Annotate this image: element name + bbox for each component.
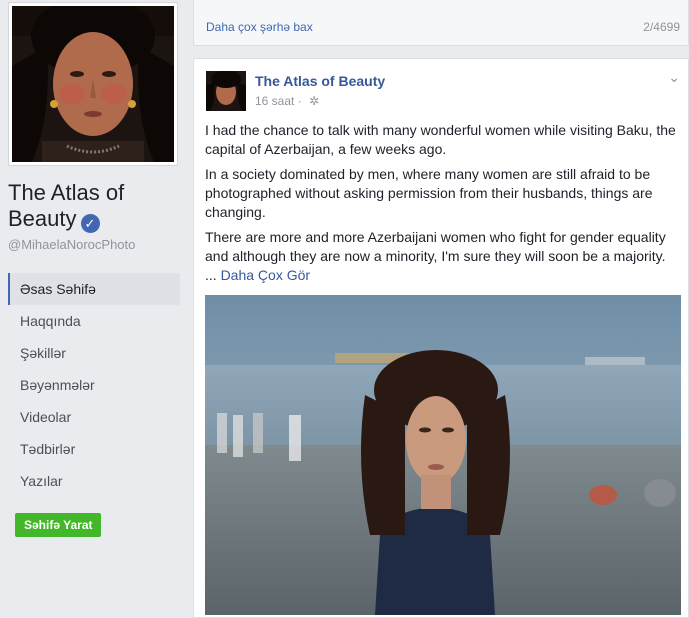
post-timestamp[interactable]: 16 saat — [255, 94, 294, 108]
page-sidebar: The Atlas of Beauty ✓ @MihaelaNorocPhoto … — [0, 0, 190, 611]
page-username[interactable]: @MihaelaNorocPhoto — [8, 237, 135, 252]
comment-count: 2/4699 — [643, 20, 680, 34]
post-paragraph: In a society dominated by men, where man… — [205, 166, 653, 220]
post-options-chevron-icon[interactable]: ⌄ — [668, 69, 680, 86]
view-more-comments-link[interactable]: Daha çox şərhə bax — [206, 20, 313, 34]
post-paragraph: There are more and more Azerbaijani wome… — [205, 228, 683, 285]
post-meta: 16 saat · ✲ — [255, 94, 319, 108]
post-text: I had the chance to talk with many wonde… — [205, 121, 683, 291]
gear-icon[interactable]: ✲ — [309, 94, 319, 108]
page-title-text: The Atlas of Beauty — [8, 180, 125, 231]
create-page-button[interactable]: Səhifə Yarat — [15, 513, 102, 537]
nav-item-likes[interactable]: Bəyənmələr — [8, 369, 180, 401]
nav-item-videos[interactable]: Videolar — [8, 401, 180, 433]
nav-item-photos[interactable]: Şəkillər — [8, 337, 180, 369]
nav-item-about[interactable]: Haqqında — [8, 305, 180, 337]
verified-check-icon: ✓ — [80, 214, 100, 233]
see-more-link[interactable]: Daha Çox Gör — [221, 267, 310, 283]
nav-item-events[interactable]: Tədbirlər — [8, 433, 180, 465]
page-title: The Atlas of Beauty ✓ — [8, 180, 183, 233]
profile-portrait-image — [12, 6, 174, 162]
post-author-avatar[interactable] — [206, 71, 246, 111]
nav-item-home[interactable]: Əsas Səhifə — [8, 273, 180, 305]
post-card: The Atlas of Beauty 16 saat · ✲ ⌄ I had … — [193, 58, 689, 618]
profile-picture[interactable] — [8, 2, 178, 166]
comments-summary-bar: Daha çox şərhə bax 2/4699 — [193, 0, 689, 46]
nav-item-posts[interactable]: Yazılar — [8, 465, 180, 497]
post-author-name[interactable]: The Atlas of Beauty — [255, 73, 385, 89]
page-nav-menu: Əsas Səhifə Haqqında Şəkillər Bəyənmələr… — [8, 273, 180, 497]
post-photo[interactable] — [205, 295, 681, 615]
ellipsis: ... — [205, 267, 217, 283]
meta-separator: · — [297, 94, 306, 108]
post-paragraph: I had the chance to talk with many wonde… — [205, 122, 676, 157]
post-paragraph-text: There are more and more Azerbaijani wome… — [205, 229, 666, 264]
